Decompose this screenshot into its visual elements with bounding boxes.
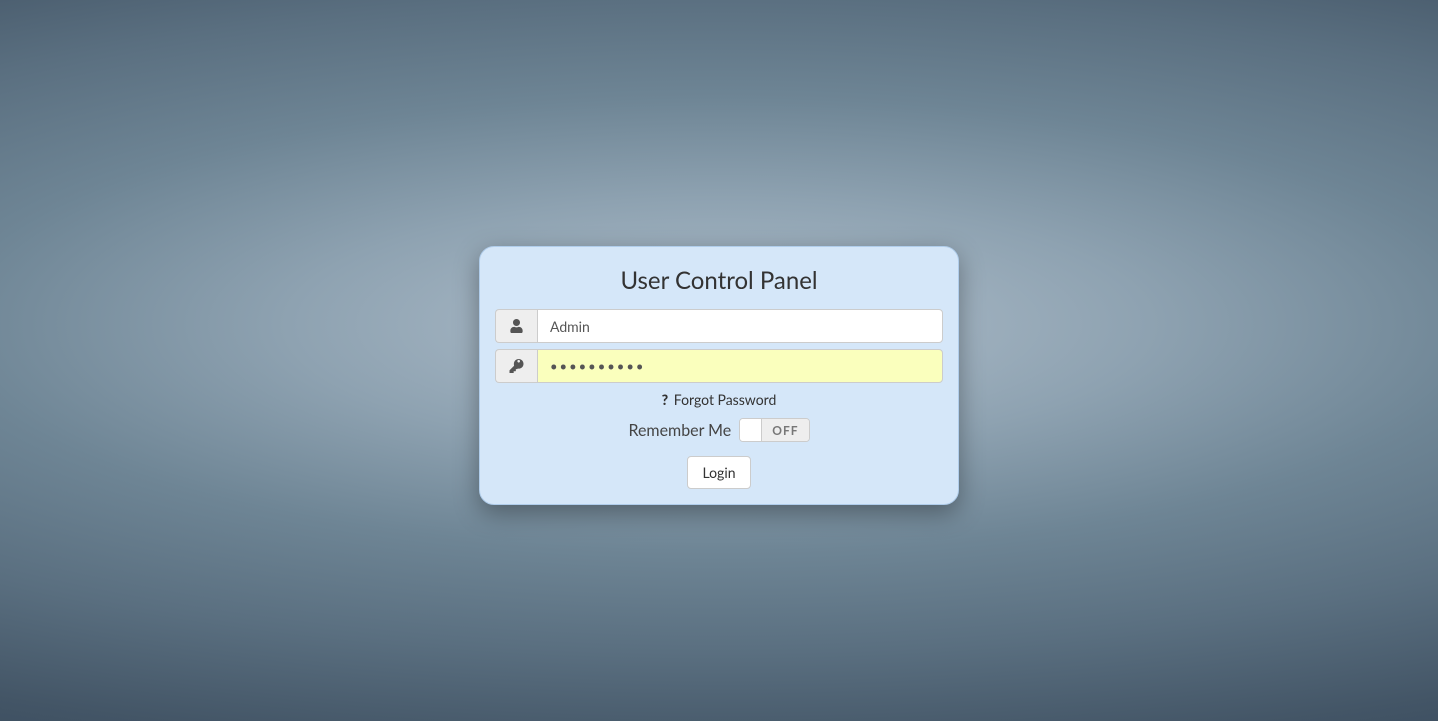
login-button-row: Login — [495, 456, 943, 489]
username-group — [495, 309, 943, 343]
key-icon — [495, 349, 537, 383]
forgot-password-label: Forgot Password — [674, 391, 777, 408]
remember-me-toggle[interactable]: OFF — [739, 418, 809, 442]
toggle-state-label: OFF — [762, 419, 808, 441]
login-panel: User Control Panel ? Forgot Password Rem… — [479, 246, 959, 505]
question-icon: ? — [662, 391, 669, 408]
panel-title: User Control Panel — [495, 266, 943, 295]
password-group — [495, 349, 943, 383]
forgot-password-link[interactable]: ? Forgot Password — [495, 391, 943, 408]
toggle-handle — [740, 419, 762, 441]
remember-me-label: Remember Me — [628, 421, 731, 440]
remember-me-row: Remember Me OFF — [495, 418, 943, 442]
user-icon — [495, 309, 537, 343]
username-input[interactable] — [537, 309, 943, 343]
password-input[interactable] — [537, 349, 943, 383]
login-button[interactable]: Login — [687, 456, 750, 489]
